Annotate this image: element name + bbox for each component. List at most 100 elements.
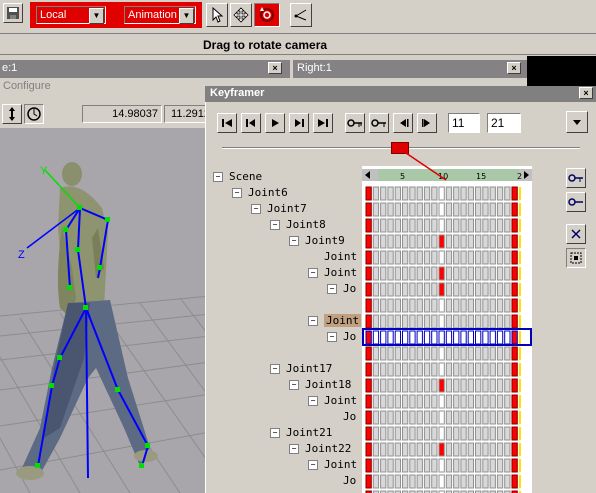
tree-item[interactable]: − Joint bbox=[308, 313, 362, 329]
collapse-toggle-icon[interactable]: − bbox=[270, 428, 280, 438]
tree-item[interactable]: − Joint bbox=[308, 265, 357, 281]
play-button[interactable] bbox=[265, 113, 285, 133]
key-cell bbox=[460, 474, 467, 489]
prev-key-button[interactable] bbox=[241, 113, 261, 133]
key-cell bbox=[423, 458, 431, 473]
select-keys-icon[interactable] bbox=[566, 248, 586, 268]
key-cell bbox=[372, 282, 380, 297]
key-cell bbox=[365, 314, 372, 329]
collapse-toggle-icon[interactable]: − bbox=[270, 364, 280, 374]
keyframe-grid[interactable]: 5 10 15 2 bbox=[362, 166, 532, 493]
first-frame-button[interactable] bbox=[217, 113, 237, 133]
key-cell bbox=[453, 202, 460, 217]
end-frame-marker bbox=[519, 411, 521, 424]
tree-item[interactable]: − Scene bbox=[213, 169, 262, 185]
tree-item[interactable]: − Joint22 bbox=[289, 441, 351, 457]
close-icon[interactable]: × bbox=[268, 62, 282, 74]
end-frame-input[interactable]: 21 bbox=[487, 113, 521, 133]
time-slider-thumb[interactable] bbox=[391, 142, 409, 154]
collapse-toggle-icon[interactable]: − bbox=[308, 396, 318, 406]
collapse-toggle-icon[interactable]: − bbox=[289, 380, 299, 390]
key-cell bbox=[453, 378, 460, 393]
key-cell bbox=[460, 234, 467, 249]
right-view-titlebar[interactable]: Right:1 × bbox=[293, 60, 527, 78]
collapse-toggle-icon[interactable]: − bbox=[289, 444, 299, 454]
key-cell bbox=[387, 266, 394, 281]
key-cell bbox=[482, 314, 489, 329]
step-forward-button[interactable] bbox=[417, 113, 437, 133]
tree-item[interactable]: − Joint17 bbox=[270, 361, 332, 377]
rotate-icon[interactable] bbox=[254, 3, 280, 27]
key-cell bbox=[467, 282, 474, 297]
dolly-icon[interactable] bbox=[2, 104, 22, 124]
tree-item[interactable]: − Joint18 bbox=[289, 377, 351, 393]
key-cell bbox=[380, 378, 387, 393]
collapse-toggle-icon[interactable]: − bbox=[327, 332, 337, 342]
tree-item[interactable]: − Joint9 bbox=[289, 233, 345, 249]
key-cell bbox=[409, 314, 416, 329]
coord-system-select[interactable]: Local ▼ bbox=[36, 6, 106, 24]
collapse-toggle-icon[interactable]: − bbox=[213, 172, 223, 182]
tree-item[interactable]: Jo bbox=[327, 409, 356, 425]
next-key-button[interactable] bbox=[289, 113, 309, 133]
tree-item[interactable]: − Joint bbox=[308, 393, 357, 409]
collapse-toggle-icon[interactable]: − bbox=[251, 204, 261, 214]
keyframer-titlebar[interactable]: Keyframer × bbox=[205, 86, 596, 102]
key-cell bbox=[387, 378, 394, 393]
chevron-down-icon[interactable] bbox=[566, 111, 588, 133]
collapse-toggle-icon[interactable]: − bbox=[327, 284, 337, 294]
tree-item-label: Joint bbox=[324, 394, 358, 407]
key-cell bbox=[416, 218, 423, 233]
collapse-toggle-icon[interactable]: − bbox=[308, 460, 318, 470]
step-back-button[interactable] bbox=[393, 113, 413, 133]
tree-item[interactable]: − Joint7 bbox=[251, 201, 307, 217]
key-cell bbox=[365, 442, 372, 457]
tree-item[interactable]: − Joint6 bbox=[232, 185, 288, 201]
collapse-toggle-icon[interactable]: − bbox=[289, 236, 299, 246]
tree-item[interactable]: − Jo bbox=[327, 281, 356, 297]
add-key-icon[interactable] bbox=[345, 113, 365, 133]
save-icon[interactable] bbox=[3, 3, 23, 23]
close-icon[interactable]: × bbox=[579, 87, 593, 99]
last-frame-button[interactable] bbox=[313, 113, 333, 133]
key-cell bbox=[445, 298, 453, 313]
key-cell bbox=[365, 202, 372, 217]
perspective-view-titlebar[interactable]: e:1 × bbox=[0, 60, 290, 78]
configure-menu[interactable]: Configure bbox=[3, 80, 51, 92]
remove-key-icon[interactable] bbox=[566, 192, 586, 212]
key-cell bbox=[416, 330, 423, 345]
key-cell bbox=[387, 362, 394, 377]
add-key-icon[interactable] bbox=[566, 168, 586, 188]
tree-item[interactable]: − Jo bbox=[327, 329, 356, 345]
tree-item[interactable]: − Joint21 bbox=[270, 425, 332, 441]
collapse-toggle-icon[interactable]: − bbox=[270, 220, 280, 230]
mode-select[interactable]: Animation ▼ bbox=[124, 6, 196, 24]
bone-icon[interactable] bbox=[290, 3, 312, 27]
tree-item[interactable]: Jo bbox=[327, 473, 356, 489]
key-cell bbox=[504, 298, 511, 313]
keyframe-grid-canvas: 5 10 15 2 bbox=[362, 169, 532, 493]
collapse-toggle-icon[interactable]: − bbox=[308, 268, 318, 278]
tree-item[interactable]: Joint bbox=[308, 249, 357, 265]
current-frame-input[interactable]: 11 bbox=[448, 113, 480, 133]
orbit-icon[interactable] bbox=[24, 104, 44, 124]
key-cell bbox=[482, 346, 489, 361]
delete-icon[interactable] bbox=[566, 224, 586, 244]
key-cell bbox=[467, 234, 474, 249]
collapse-toggle-icon[interactable]: − bbox=[308, 316, 318, 326]
move-icon[interactable] bbox=[230, 3, 252, 27]
key-cell bbox=[445, 378, 453, 393]
select-arrow-icon[interactable] bbox=[206, 3, 228, 27]
tree-item[interactable]: − Joint8 bbox=[270, 217, 326, 233]
close-icon[interactable]: × bbox=[507, 62, 521, 74]
delete-key-icon[interactable] bbox=[369, 113, 389, 133]
key-cell bbox=[482, 474, 489, 489]
collapse-toggle-icon[interactable]: − bbox=[232, 188, 242, 198]
perspective-viewport[interactable]: Y Z bbox=[0, 128, 210, 493]
key-cell bbox=[438, 186, 445, 201]
camera-field-1[interactable]: 14.98037 bbox=[82, 105, 162, 123]
key-cell bbox=[511, 458, 518, 473]
tree-item[interactable]: − Joint bbox=[308, 457, 357, 473]
key-cell bbox=[504, 314, 511, 329]
key-cell bbox=[438, 202, 445, 217]
